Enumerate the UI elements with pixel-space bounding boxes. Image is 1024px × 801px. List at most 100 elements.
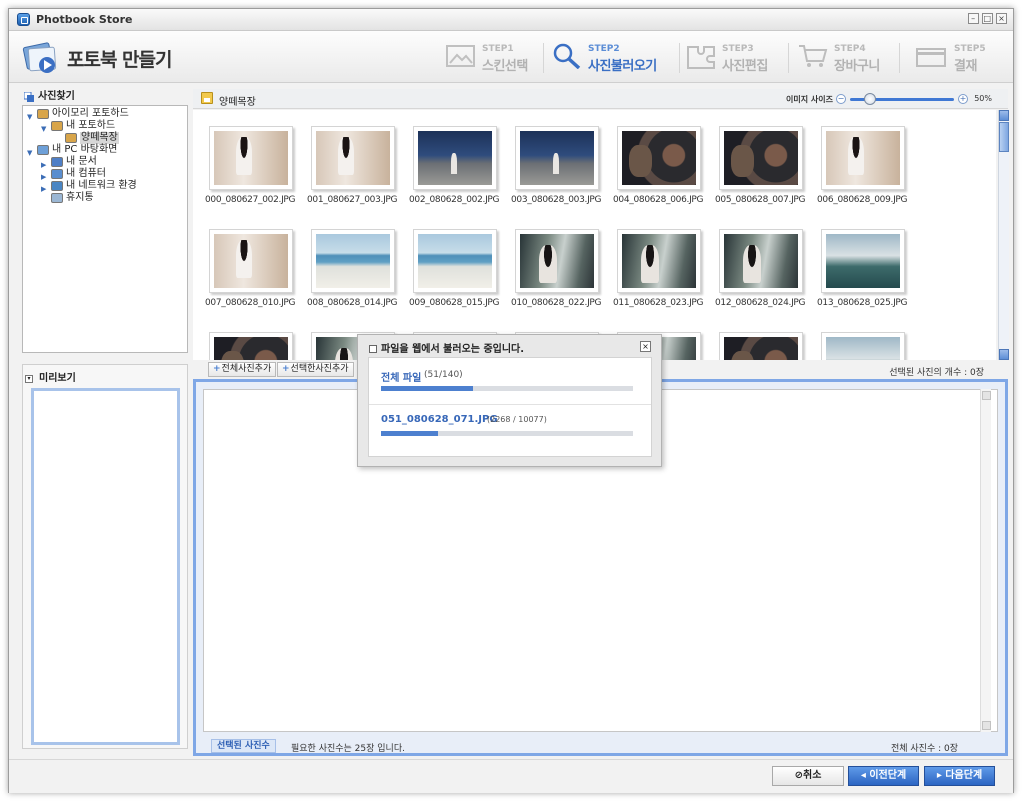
frame-icon: [446, 45, 475, 67]
window-title: Photbook Store: [36, 13, 133, 26]
photo-thumbnail[interactable]: [205, 328, 301, 360]
photo-thumbnail[interactable]: 006_080628_009.JPG: [817, 122, 913, 218]
photo-folder-icon: [65, 133, 77, 143]
photo-grid-scrollbar[interactable]: [998, 110, 1009, 360]
tree-item-label: 내 PC 바탕화면: [52, 144, 118, 155]
step-number: STEP2: [588, 44, 620, 54]
photo-thumbnail[interactable]: 012_080628_024.JPG: [715, 225, 811, 321]
photo-frame: [209, 229, 293, 293]
tray-scrollbar[interactable]: [980, 389, 991, 732]
required-photos-text: 필요한 사진수는 25장 입니다.: [291, 744, 405, 754]
photo-frame: [617, 126, 701, 190]
scroll-down-button[interactable]: [982, 721, 991, 730]
step-2-import-photos[interactable]: STEP2 사진불러오기: [552, 39, 677, 77]
add-selected-photos-button[interactable]: +선택한사진추가: [277, 362, 354, 377]
collapse-icon[interactable]: ▼: [27, 111, 32, 123]
photo-filename: 003_080628_003.JPG: [511, 195, 602, 205]
close-window-button[interactable]: ×: [996, 13, 1007, 24]
photo-thumbnail[interactable]: 004_080628_006.JPG: [613, 122, 709, 218]
photo-thumbnail[interactable]: 009_080628_015.JPG: [409, 225, 505, 321]
window-controls: – □ ×: [967, 13, 1007, 24]
photo-frame: [719, 332, 803, 360]
add-selected-label: 선택한사진추가: [290, 364, 349, 374]
puzzle-icon: [687, 46, 715, 69]
dialog-title: 파일을 웹에서 불러오는 중입니다.: [369, 340, 524, 355]
photo-frame: [617, 229, 701, 293]
photo-thumbnail[interactable]: 003_080628_003.JPG: [511, 122, 607, 218]
folder-tree: ▼ 아이모리 포토하드 ▼ 내 포토하드 양떼목장 ▼ 내 PC 바탕화면 ▶ 내 문서 ▶ 내 컴…: [22, 105, 188, 353]
photo-image: [418, 131, 492, 185]
photo-thumbnail[interactable]: 002_080628_002.JPG: [409, 122, 505, 218]
photo-frame: [515, 229, 599, 293]
photos-icon: [24, 92, 34, 102]
collapse-icon[interactable]: ▼: [27, 147, 32, 159]
slider-thumb[interactable]: [863, 93, 876, 105]
expand-icon[interactable]: ▶: [41, 183, 46, 195]
photo-thumbnail[interactable]: 010_080628_022.JPG: [511, 225, 607, 321]
photo-frame: [413, 126, 497, 190]
loading-dialog: 파일을 웹에서 불러오는 중입니다. × 전체 파일 (51/140) 051_…: [357, 334, 662, 467]
scroll-up-button[interactable]: [982, 391, 991, 400]
photo-filename: 005_080628_007.JPG: [715, 195, 806, 205]
zoom-out-button[interactable]: −: [836, 94, 846, 104]
step-label: 사진편집: [722, 59, 768, 74]
photo-image: [520, 131, 594, 185]
step-4-cart[interactable]: STEP4 장바구니: [798, 39, 898, 77]
add-all-photos-button[interactable]: +전체사진추가: [208, 362, 277, 377]
photo-filename: 006_080628_009.JPG: [817, 195, 908, 205]
photo-image: [724, 234, 798, 288]
photo-thumbnail[interactable]: 001_080627_003.JPG: [307, 122, 403, 218]
cancel-button[interactable]: ⊘취소: [772, 766, 844, 786]
photo-thumbnail[interactable]: 011_080628_023.JPG: [613, 225, 709, 321]
photo-grid: 000_080627_002.JPG 001_080627_003.JPG 002_…: [193, 110, 996, 360]
image-size-slider[interactable]: − +: [836, 93, 968, 105]
zoom-in-button[interactable]: +: [958, 94, 968, 104]
maximize-button[interactable]: □: [981, 13, 993, 24]
photo-filename: 012_080628_024.JPG: [715, 298, 806, 308]
footer-bar: ⊘취소 ◂ 이전단계 ▸ 다음단계: [9, 759, 1013, 793]
photo-frame: [413, 229, 497, 293]
tree-item-label: 양떼목장: [80, 132, 119, 144]
photo-thumbnail[interactable]: 008_080628_014.JPG: [307, 225, 403, 321]
all-files-progress: [381, 386, 633, 391]
divider: [369, 404, 651, 405]
trash-icon: [51, 193, 63, 203]
current-file-label: 051_080628_071.JPG: [381, 414, 498, 425]
photo-thumbnail[interactable]: 007_080628_010.JPG: [205, 225, 301, 321]
step-divider: [679, 43, 680, 73]
collapse-icon: ▾: [25, 375, 33, 383]
preview-header[interactable]: ▾ 미리보기: [23, 371, 187, 387]
photo-thumbnail[interactable]: 005_080628_007.JPG: [715, 122, 811, 218]
app-header: 포토북 만들기 STEP1 스킨선택 STEP2 사진불러오기 STEP3 사진…: [9, 31, 1013, 83]
total-photos-text: 전체 사진수 : 0장: [890, 744, 958, 754]
scroll-down-button[interactable]: [999, 349, 1009, 360]
photo-thumbnail[interactable]: 013_080628_025.JPG: [817, 225, 913, 321]
card-icon: [916, 48, 946, 67]
scroll-up-button[interactable]: [999, 110, 1009, 121]
current-file-count: (2268 / 10077): [487, 415, 547, 424]
cart-icon: [799, 45, 828, 67]
photo-thumbnail[interactable]: [715, 328, 811, 360]
photo-image: [724, 337, 798, 360]
photo-thumbnail[interactable]: 000_080627_002.JPG: [205, 122, 301, 218]
photo-filename: 000_080627_002.JPG: [205, 195, 296, 205]
photo-frame: [821, 229, 905, 293]
step-5-payment[interactable]: STEP5 결재: [916, 39, 996, 77]
photo-thumbnail[interactable]: [817, 328, 913, 360]
photo-frame: [515, 126, 599, 190]
expand-icon[interactable]: ▶: [41, 171, 46, 183]
previous-step-button[interactable]: ◂ 이전단계: [848, 766, 919, 786]
next-step-button[interactable]: ▸ 다음단계: [924, 766, 995, 786]
close-icon[interactable]: ×: [640, 341, 651, 352]
photo-image: [316, 131, 390, 185]
step-3-edit-photos[interactable]: STEP3 사진편집: [686, 39, 786, 77]
expand-icon[interactable]: ▶: [41, 159, 46, 171]
minimize-button[interactable]: –: [967, 13, 979, 24]
photo-drive-icon: [51, 121, 63, 131]
step-1-skin[interactable]: STEP1 스킨선택: [446, 39, 546, 77]
photo-filename: 011_080628_023.JPG: [613, 298, 704, 308]
photo-image: [622, 234, 696, 288]
photo-image: [418, 234, 492, 288]
collapse-icon[interactable]: ▼: [41, 123, 46, 135]
scroll-thumb[interactable]: [999, 122, 1009, 152]
